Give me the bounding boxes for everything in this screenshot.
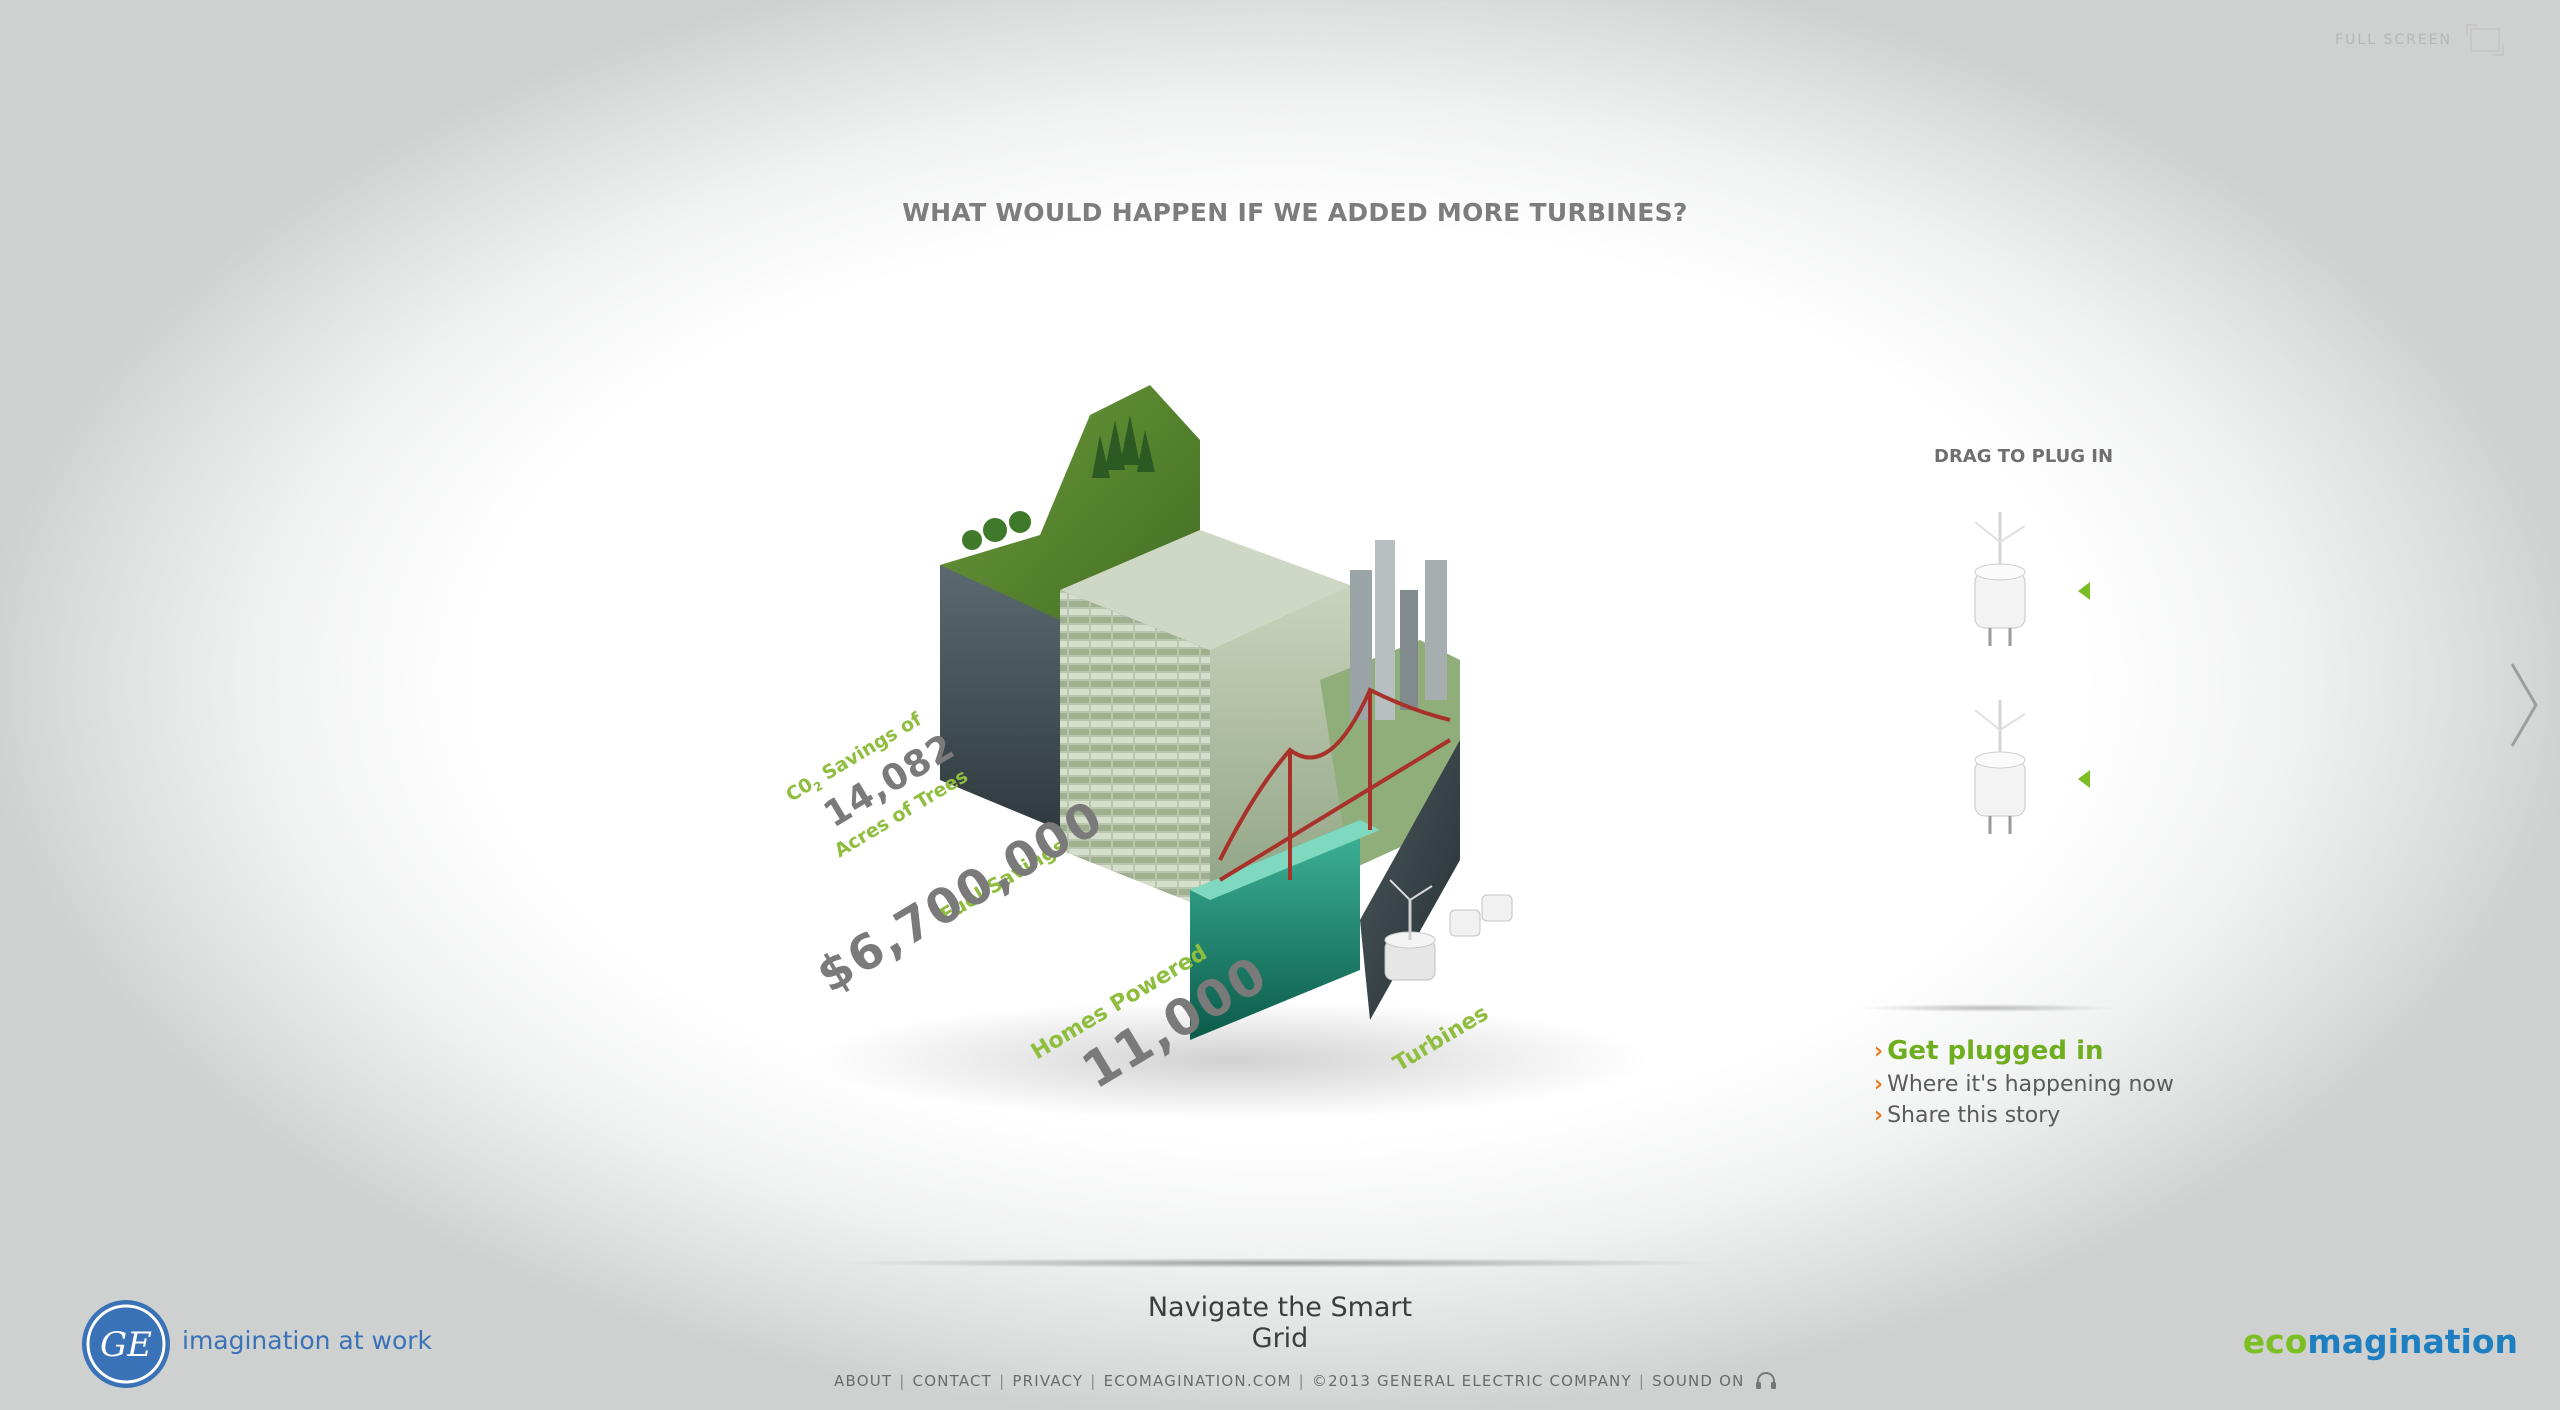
get-plugged-in-link[interactable]: › Get plugged in — [1874, 1036, 2174, 1066]
navigate-label: Navigate the Smart Grid — [1147, 1292, 1413, 1354]
footer-contact-link[interactable]: CONTACT — [913, 1372, 993, 1390]
bottom-divider — [830, 1258, 1730, 1268]
chevron-right-icon: › — [1874, 1103, 1884, 1128]
footer-separator: | — [1638, 1372, 1646, 1390]
side-links: › Get plugged in › Where it's happening … — [1874, 1036, 2174, 1134]
footer-separator: | — [1298, 1372, 1305, 1390]
eco-logo-part2: magination — [2307, 1322, 2518, 1361]
drag-to-plug-title: DRAG TO PLUG IN — [1934, 446, 2114, 467]
fullscreen-icon — [2466, 24, 2504, 56]
plug-token-1[interactable] — [1940, 512, 2060, 672]
where-happening-link[interactable]: › Where it's happening now — [1874, 1072, 2174, 1097]
chevron-right-icon: › — [1874, 1072, 1884, 1097]
footer-privacy-link[interactable]: PRIVACY — [1012, 1372, 1083, 1390]
footer-separator: | — [899, 1372, 906, 1390]
footer: ABOUT | CONTACT | PRIVACY | ECOMAGINATIO… — [834, 1372, 1777, 1390]
share-story-link[interactable]: › Share this story — [1874, 1103, 2174, 1128]
page-headline: WHAT WOULD HAPPEN IF WE ADDED MORE TURBI… — [902, 198, 1688, 227]
footer-about-link[interactable]: ABOUT — [834, 1372, 892, 1390]
ecomagination-logo[interactable]: ecomagination — [2243, 1322, 2518, 1361]
footer-separator: | — [1090, 1372, 1097, 1390]
sound-toggle[interactable]: SOUND ON — [1652, 1372, 1744, 1390]
footer-ecomagination-link[interactable]: ECOMAGINATION.COM — [1104, 1372, 1292, 1390]
fullscreen-button[interactable]: FULL SCREEN — [2335, 24, 2504, 56]
eco-logo-part1: eco — [2242, 1322, 2308, 1361]
footer-copyright: ©2013 GENERAL ELECTRIC COMPANY — [1311, 1372, 1632, 1390]
ge-logo-icon[interactable]: GE — [80, 1298, 172, 1390]
panel-divider — [1858, 1004, 2118, 1012]
next-arrow-icon[interactable] — [2506, 660, 2542, 750]
footer-separator: | — [999, 1372, 1006, 1390]
svg-text:GE: GE — [100, 1325, 152, 1365]
chevron-right-icon: › — [1874, 1038, 1884, 1064]
navigate-smart-grid-link[interactable]: Navigate the Smart Grid — [1130, 1292, 1430, 1354]
fullscreen-label: FULL SCREEN — [2335, 32, 2452, 48]
plug-token-2[interactable] — [1940, 700, 2060, 860]
headphones-icon[interactable] — [1755, 1372, 1777, 1390]
plug-arrow-icon-2 — [2078, 770, 2090, 788]
ge-tagline: imagination at work — [182, 1326, 432, 1355]
plug-arrow-icon-1 — [2078, 582, 2090, 600]
